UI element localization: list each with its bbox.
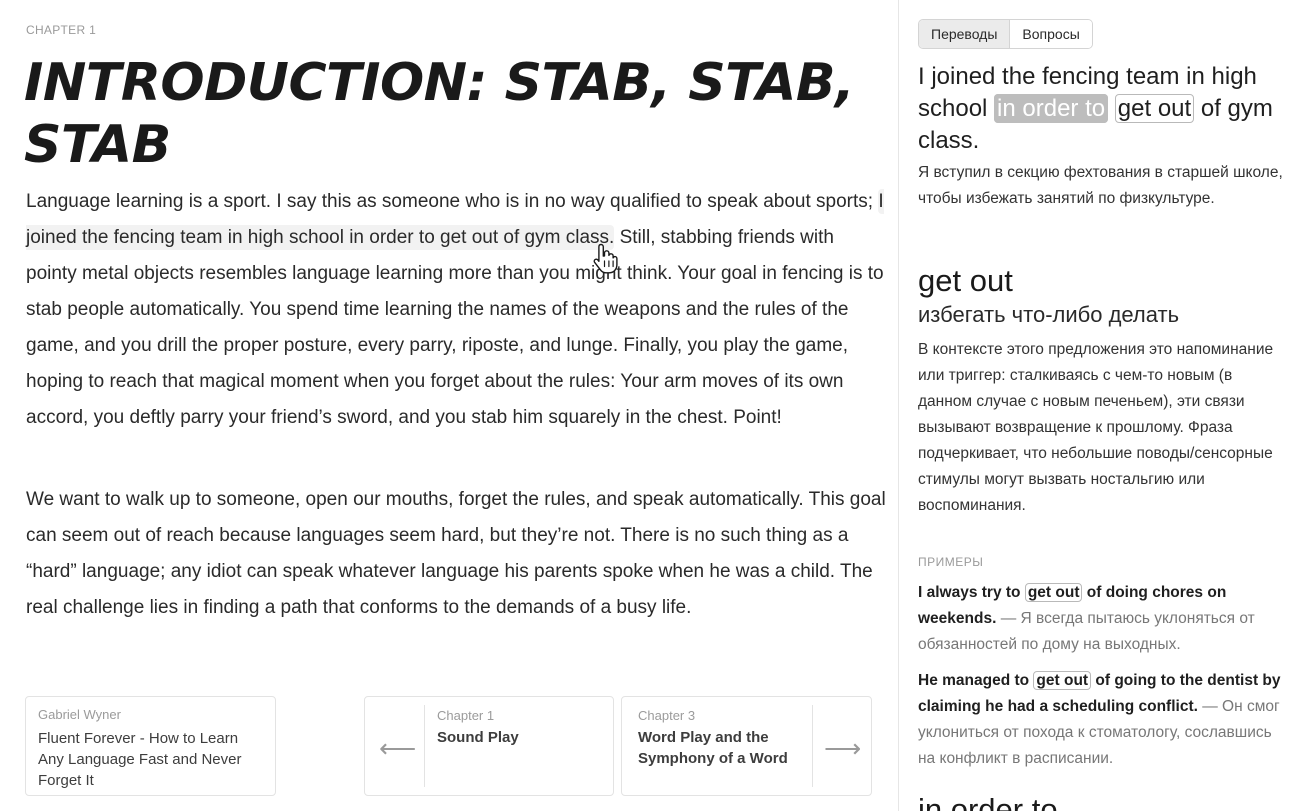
example-item: He managed to get out of going to the de… [918, 668, 1283, 772]
paragraph-text: Still, stabbing friends with pointy meta… [26, 227, 884, 428]
book-title: Fluent Forever - How to Learn Any Langua… [38, 730, 242, 789]
arrow-right-icon[interactable]: ⟶ [824, 733, 861, 764]
next-term-heading: in order to [918, 792, 1058, 811]
paragraph: We want to walk up to someone, open our … [26, 489, 886, 618]
chapter-label: CHAPTER 1 [26, 23, 97, 37]
phrase-chip[interactable]: get out [1114, 94, 1195, 123]
example-text: I always try to [918, 584, 1025, 601]
term-explanation: В контексте этого предложения это напоми… [918, 341, 1274, 514]
sidebar-tabs: Переводы Вопросы [918, 19, 1093, 49]
arrow-left-icon[interactable]: ⟵ [379, 733, 416, 764]
next-chapter-card[interactable]: Chapter 3 Word Play and the Symphony of … [621, 696, 872, 796]
source-sentence: I joined the fencing team in high school… [918, 61, 1283, 157]
term-translation: избегать что-либо делать [918, 302, 1180, 327]
card-divider [812, 705, 813, 787]
term-heading: get out [918, 263, 1013, 298]
example-text: He managed to [918, 672, 1034, 689]
reader-pane: CHAPTER 1 INTRODUCTION: STAB, STAB, STAB… [0, 0, 898, 811]
examples-label: ПРИМЕРЫ [918, 555, 984, 569]
book-author: Gabriel Wyner [38, 707, 121, 722]
book-info-card[interactable]: Gabriel Wyner Fluent Forever - How to Le… [25, 696, 276, 796]
next-chapter-title: Word Play and the Symphony of a Word [638, 729, 788, 767]
tab-questions[interactable]: Вопросы [1010, 20, 1092, 48]
paragraph: Language learning is a sport. I say this… [26, 184, 886, 436]
sentence-translation: Я вступил в секцию фехтования в старшей … [918, 164, 1283, 207]
previous-chapter-label: Chapter 1 [437, 708, 495, 723]
phrase-chip-selected[interactable]: in order to [994, 94, 1109, 123]
previous-chapter-title: Sound Play [437, 729, 519, 746]
phrase-chip[interactable]: get out [1024, 583, 1083, 602]
previous-chapter-card[interactable]: ⟵ Chapter 1 Sound Play [364, 696, 614, 796]
phrase-chip[interactable]: get out [1033, 671, 1092, 690]
example-item: I always try to get out of doing chores … [918, 580, 1283, 658]
paragraph-text: Language learning is a sport. I say this… [26, 191, 879, 212]
next-chapter-label: Chapter 3 [638, 708, 696, 723]
tab-translations[interactable]: Переводы [919, 20, 1011, 48]
chapter-title: INTRODUCTION: STAB, STAB, STAB [24, 53, 855, 175]
pane-divider [898, 0, 899, 811]
hand-cursor-icon [593, 243, 618, 274]
card-divider [424, 705, 425, 787]
